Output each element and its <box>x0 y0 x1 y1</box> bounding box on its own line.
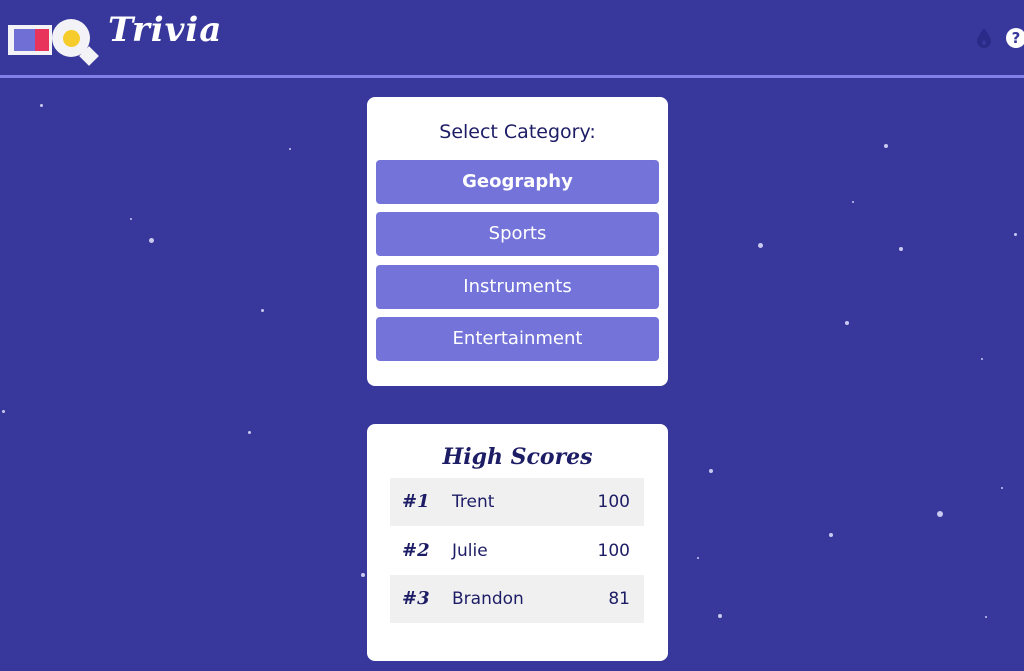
star <box>261 309 264 312</box>
star <box>1014 233 1017 236</box>
player-score: 81 <box>608 589 630 609</box>
drop-icon[interactable] <box>975 27 993 49</box>
score-rank: #3 <box>402 588 430 609</box>
star <box>758 243 763 248</box>
score-rank: #1 <box>402 491 430 512</box>
logo-i-blue-block <box>14 29 35 51</box>
category-button-geography[interactable]: Geography <box>376 160 659 204</box>
star <box>981 358 983 360</box>
player-name: Julie <box>452 541 488 561</box>
score-row: #2 Julie 100 <box>390 527 644 575</box>
star <box>899 247 903 251</box>
star <box>2 410 5 413</box>
star <box>1001 487 1003 489</box>
high-scores-title: High Scores <box>442 444 593 470</box>
star <box>40 104 43 107</box>
star <box>937 511 943 517</box>
drop-icon-svg <box>977 28 991 48</box>
category-heading: Select Category: <box>439 121 596 143</box>
score-row: #1 Trent 100 <box>390 478 644 526</box>
star <box>709 469 713 473</box>
category-card: Select Category: Geography Sports Instru… <box>367 97 668 386</box>
star <box>289 148 291 150</box>
app-title: Trivia <box>108 10 223 50</box>
score-rank: #2 <box>402 540 430 561</box>
player-score: 100 <box>597 492 630 512</box>
player-name: Trent <box>452 492 495 512</box>
star <box>852 201 854 203</box>
logo-q-yellow-dot <box>63 30 80 47</box>
score-row: #3 Brandon 81 <box>390 575 644 623</box>
star <box>130 218 132 220</box>
category-button-sports[interactable]: Sports <box>376 212 659 256</box>
star <box>845 321 849 325</box>
player-score: 100 <box>597 541 630 561</box>
category-button-instruments[interactable]: Instruments <box>376 265 659 309</box>
star <box>697 557 699 559</box>
star <box>149 238 154 243</box>
top-header: Trivia ? <box>0 0 1024 78</box>
star <box>361 573 365 577</box>
star <box>829 533 833 537</box>
logo-i-red-block <box>35 29 49 51</box>
player-name: Brandon <box>452 589 524 609</box>
high-scores-card: High Scores #1 Trent 100 #2 Julie 100 #3… <box>367 424 668 661</box>
category-button-entertainment[interactable]: Entertainment <box>376 317 659 361</box>
star <box>718 614 722 618</box>
star <box>248 431 251 434</box>
star <box>884 144 888 148</box>
iq-logo[interactable] <box>8 15 99 66</box>
help-icon[interactable]: ? <box>1006 28 1024 48</box>
star <box>985 616 987 618</box>
